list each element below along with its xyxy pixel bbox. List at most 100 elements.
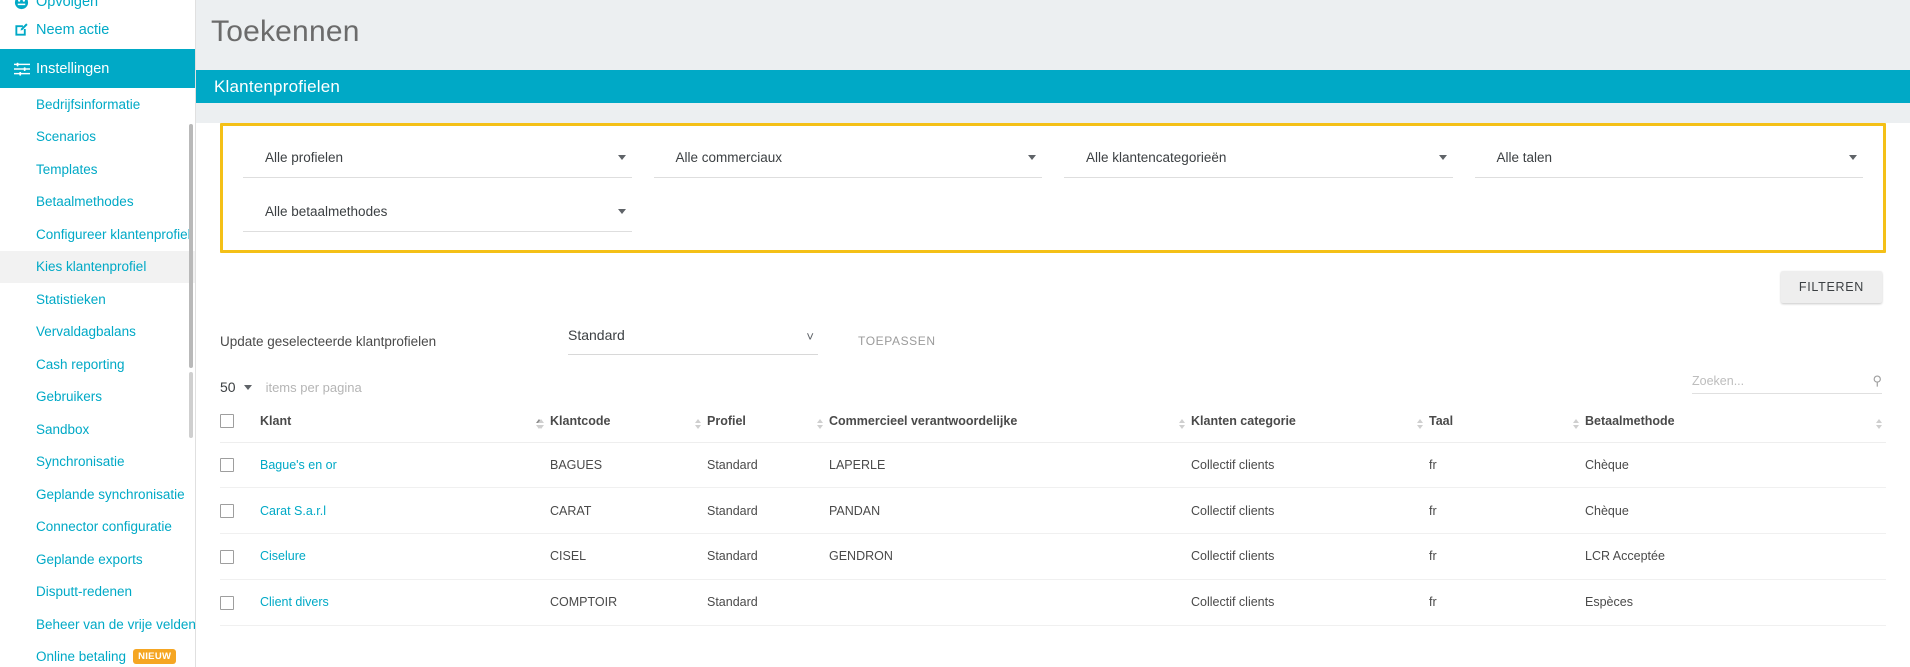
cell-klant[interactable]: Client divers [260, 579, 550, 626]
table-head: Klant Klantcode Profiel Commercieel vera… [220, 413, 1886, 443]
filter-button[interactable]: FILTEREN [1780, 271, 1882, 303]
sort-indicator-end[interactable] [1876, 418, 1884, 429]
header-select-all [220, 413, 260, 443]
search-box: ⚲ [1692, 373, 1882, 394]
sidebar-item-disputt-redenen[interactable]: Disputt-redenen [0, 576, 195, 609]
customer-link[interactable]: Client divers [260, 595, 329, 609]
profile-filter[interactable]: Alle profielen [243, 148, 632, 178]
cell-code-value: COMPTOIR [550, 595, 618, 610]
edit-square-icon [14, 22, 36, 37]
customer-profiles-table: Klant Klantcode Profiel Commercieel vera… [220, 413, 1886, 626]
sort-indicator-taal[interactable] [1417, 418, 1425, 429]
bulk-profile-value: Standard [568, 327, 625, 343]
cell-taal: fr [1429, 533, 1585, 580]
cell-klant[interactable]: Carat S.a.r.l [260, 487, 550, 535]
row-checkbox[interactable] [220, 458, 234, 473]
per-page-selector[interactable]: 50 [220, 379, 252, 395]
filter-panel: Alle profielen Alle commerciaux Alle klant… [220, 123, 1886, 253]
language-filter[interactable]: Alle talen [1474, 148, 1863, 178]
bulk-update-label: Update geselecteerde klantprofielen [220, 333, 437, 349]
row-checkbox[interactable] [220, 595, 234, 610]
cell-taal-value: fr [1429, 595, 1437, 610]
cell-code: BAGUES [550, 442, 707, 489]
table-row[interactable]: Bague's en or BAGUES Standard LAPERLE Collec… [220, 442, 1886, 489]
sidebar-item-configureer-klantenprofiel[interactable]: Configureer klantenprofiel [0, 218, 195, 251]
search-icon[interactable]: ⚲ [1872, 373, 1882, 389]
header-taal[interactable]: Taal [1417, 413, 1585, 443]
sidebar-item-geplande-synchronisatie[interactable]: Geplande synchronisatie [0, 478, 195, 511]
sidebar-item-label: Betaalmethodes [36, 194, 134, 210]
sidebar-item-label: Templates [36, 161, 98, 177]
bulk-update-row: Update geselecteerde klantprofielen Stan… [196, 303, 1910, 355]
cell-klant[interactable]: Bague's en or [260, 442, 550, 489]
search-input[interactable] [1692, 374, 1869, 388]
row-checkbox[interactable] [220, 504, 234, 519]
sort-indicator-commercieel[interactable] [817, 418, 825, 429]
cell-code-value: CARAT [550, 503, 592, 518]
customer-link[interactable]: Ciselure [260, 549, 306, 563]
sort-indicator-profiel[interactable] [695, 418, 703, 429]
sidebar-item-vervaldagbalans[interactable]: Vervaldagbalans [0, 316, 195, 349]
sort-indicator-categorie[interactable] [1179, 418, 1187, 429]
customer-link[interactable]: Carat S.a.r.l [260, 504, 326, 518]
header-betaalmethode[interactable]: Betaalmethode [1573, 413, 1886, 443]
sidebar-item-label: Bedrijfsinformatie [36, 96, 141, 112]
sidebar-item-opvolgen[interactable]: Opvolgen [0, 0, 195, 10]
table-header-row: Klant Klantcode Profiel Commercieel vera… [220, 413, 1886, 443]
sidebar-item-connector-configuratie[interactable]: Connector configuratie [0, 511, 195, 544]
cell-code-value: BAGUES [550, 458, 603, 473]
header-klantcode[interactable]: Klantcode [538, 413, 707, 443]
customer-link[interactable]: Bague's en or [260, 458, 337, 472]
sidebar-item-kies-klantenprofiel[interactable]: Kies klantenprofiel [0, 250, 195, 283]
table-row[interactable]: Carat S.a.r.l CARAT Standard PANDAN Collecti… [220, 487, 1886, 535]
cell-prof-value: Standard [707, 503, 758, 518]
select-all-checkbox[interactable] [220, 413, 234, 428]
header-categorie[interactable]: Klanten categorie [1179, 413, 1429, 443]
table-row[interactable]: Client divers COMPTOIR Standard Collectif c… [220, 579, 1886, 626]
sidebar-item-online-betaling[interactable]: Online betaling NIEUW [0, 641, 195, 667]
sidebar-item-instellingen[interactable]: Instellingen [0, 49, 195, 88]
apply-button[interactable]: TOEPASSEN [858, 334, 936, 348]
sidebar-item-templates[interactable]: Templates [0, 153, 195, 186]
sidebar-item-sandbox[interactable]: Sandbox [0, 413, 195, 446]
commercial-filter[interactable]: Alle commerciaux [653, 148, 1042, 178]
sidebar-item-gebruikers[interactable]: Gebruikers [0, 381, 195, 414]
sliders-icon [14, 62, 36, 76]
payment-method-filter[interactable]: Alle betaalmethodes [243, 202, 632, 232]
sidebar-scrollbar-track[interactable] [189, 372, 193, 438]
chevron-down-icon [243, 384, 252, 390]
cell-bet-value: Chèque [1585, 503, 1629, 518]
sidebar-item-synchronisatie[interactable]: Synchronisatie [0, 446, 195, 479]
sidebar-item-bedrijfsinformatie[interactable]: Bedrijfsinformatie [0, 88, 195, 121]
header-profiel[interactable]: Profiel [695, 413, 829, 443]
cell-comm-value: LAPERLE [829, 458, 886, 473]
sort-indicator-klantcode[interactable] [538, 418, 546, 429]
header-klant[interactable]: Klant [260, 413, 550, 443]
cell-prof: Standard [707, 533, 829, 580]
main-area: Toekennen Klantenprofielen Alle profiele… [196, 0, 1910, 667]
sidebar-scrollbar-thumb[interactable] [189, 124, 193, 368]
sidebar-item-label: Sandbox [36, 421, 90, 437]
filter-spacer [654, 202, 1043, 232]
cell-klant[interactable]: Ciselure [260, 533, 550, 580]
sidebar-item-betaalmethodes[interactable]: Betaalmethodes [0, 186, 195, 219]
sort-indicator-betaalmethode[interactable] [1573, 418, 1581, 429]
chevron-down-icon [1438, 155, 1447, 160]
cell-bet: Chèque [1585, 487, 1886, 535]
sidebar-item-label: Geplande synchronisatie [36, 486, 185, 502]
bulk-profile-select[interactable]: Standard ˅ [568, 327, 818, 355]
header-commercieel[interactable]: Commercieel verantwoordelijke [817, 413, 1191, 443]
sidebar-item-label: Statistieken [36, 291, 106, 307]
row-checkbox[interactable] [220, 549, 234, 564]
cell-comm [829, 579, 1191, 626]
sidebar-item-geplande-exports[interactable]: Geplande exports [0, 543, 195, 576]
content-card: Alle profielen Alle commerciaux Alle klant… [196, 123, 1910, 667]
sidebar-item-neem-actie[interactable]: Neem actie [0, 10, 195, 49]
customer-category-filter[interactable]: Alle klantencategorieën [1064, 148, 1453, 178]
sidebar-item-statistieken[interactable]: Statistieken [0, 283, 195, 316]
sidebar-item-beheer-van-de-vrije-velden[interactable]: Beheer van de vrije velden [0, 608, 195, 641]
header-betaalmethode-label: Betaalmethode [1585, 413, 1675, 428]
table-row[interactable]: Ciselure CISEL Standard GENDRON Collectif cl… [220, 533, 1886, 580]
sidebar-item-scenarios[interactable]: Scenarios [0, 121, 195, 154]
sidebar-item-cash-reporting[interactable]: Cash reporting [0, 348, 195, 381]
